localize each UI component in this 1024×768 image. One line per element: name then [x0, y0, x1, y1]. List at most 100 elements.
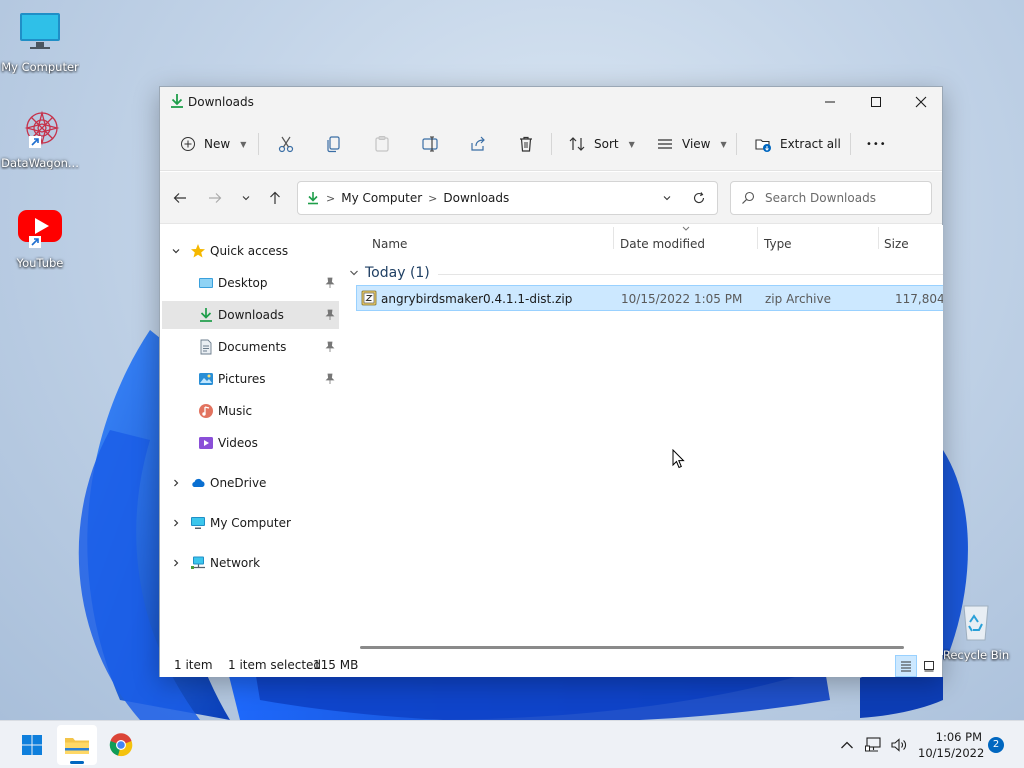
maximize-button[interactable] — [853, 87, 899, 117]
breadcrumb-downloads[interactable]: Downloads — [443, 191, 509, 205]
desktop-icon-label: My Computer — [1, 60, 79, 74]
minimize-button[interactable] — [807, 87, 853, 117]
desktop-icon-recycle-bin[interactable]: Recycle Bin — [936, 600, 1016, 662]
sidebar-item-pictures[interactable]: Pictures — [162, 365, 339, 393]
paste-button[interactable] — [367, 129, 397, 159]
star-icon — [190, 243, 206, 259]
chrome-icon — [109, 733, 133, 757]
title-bar[interactable]: Downloads — [160, 87, 942, 117]
toolbar-divider — [850, 133, 851, 155]
desktop-icon-label: Recycle Bin — [942, 648, 1010, 662]
sidebar-item-quick-access[interactable]: Quick access — [162, 237, 339, 265]
cut-button[interactable] — [271, 129, 301, 159]
refresh-icon — [693, 192, 705, 204]
sidebar-item-music[interactable]: Music — [162, 397, 339, 425]
sidebar-item-network[interactable]: Network — [162, 549, 339, 577]
desktop-icon-youtube[interactable]: YouTube — [0, 208, 80, 270]
pictures-icon — [198, 371, 214, 387]
new-label: New — [204, 137, 231, 151]
sidebar-item-label: Pictures — [218, 372, 266, 386]
tiles-view-button[interactable] — [918, 655, 940, 677]
tiles-view-icon — [924, 661, 934, 672]
taskbar-clock[interactable]: 1:06 PM 10/15/2022 — [918, 729, 985, 761]
status-selected-count: 1 item selected — [228, 658, 322, 672]
desktop-icon-my-computer[interactable]: My Computer — [0, 12, 80, 74]
address-bar[interactable]: > My Computer > Downloads — [297, 181, 718, 215]
pin-icon — [324, 373, 336, 385]
show-hidden-icons-button[interactable] — [837, 735, 857, 755]
back-button[interactable] — [168, 186, 192, 210]
recent-locations-button[interactable] — [234, 186, 258, 210]
more-options-button[interactable]: ••• — [860, 129, 893, 159]
refresh-button[interactable] — [691, 190, 707, 206]
new-button[interactable]: New ▼ — [174, 129, 252, 159]
column-header-type[interactable]: Type — [764, 237, 792, 251]
search-input[interactable] — [765, 191, 925, 205]
taskbar-file-explorer[interactable] — [57, 725, 97, 765]
pin-icon — [324, 341, 336, 353]
folder-icon — [65, 738, 89, 754]
arrow-up-icon — [270, 191, 280, 204]
chevron-down-icon[interactable] — [170, 245, 182, 257]
network-status-button[interactable] — [864, 735, 884, 755]
pin-icon — [324, 277, 336, 289]
chevron-up-icon — [841, 741, 853, 749]
trash-icon — [520, 136, 532, 152]
column-divider[interactable] — [757, 227, 758, 249]
sidebar-item-my-computer[interactable]: My Computer — [162, 509, 339, 537]
share-icon — [471, 136, 485, 151]
address-history-button[interactable] — [659, 190, 675, 206]
close-button[interactable] — [898, 87, 944, 117]
desktop-icon-label: DataWagon... — [1, 156, 79, 170]
sidebar-item-desktop[interactable]: Desktop — [162, 269, 339, 297]
table-row[interactable]: angrybirdsmaker0.4.1.1-dist.zip 10/15/20… — [356, 285, 943, 311]
toolbar-divider — [551, 133, 552, 155]
sidebar-item-documents[interactable]: Documents — [162, 333, 339, 361]
horizontal-scrollbar[interactable] — [360, 646, 904, 649]
chevron-down-icon — [242, 196, 250, 201]
extract-all-button[interactable]: Extract all — [748, 129, 847, 159]
file-name: angrybirdsmaker0.4.1.1-dist.zip — [381, 292, 573, 306]
sort-icon — [569, 137, 585, 151]
start-button[interactable] — [12, 725, 52, 765]
sidebar-item-label: Desktop — [218, 276, 268, 290]
rename-icon — [422, 136, 438, 152]
sidebar-item-videos[interactable]: Videos — [162, 429, 339, 457]
breadcrumb-my-computer[interactable]: My Computer — [341, 191, 422, 205]
sidebar-item-downloads[interactable]: Downloads — [162, 301, 339, 329]
clock-date: 10/15/2022 — [918, 746, 985, 760]
sidebar-item-onedrive[interactable]: OneDrive — [162, 469, 339, 497]
chevron-right-icon[interactable] — [170, 517, 182, 529]
status-selected-size: 115 MB — [313, 658, 359, 672]
share-button[interactable] — [463, 129, 493, 159]
delete-button[interactable] — [511, 129, 541, 159]
group-header-today[interactable]: Today (1) — [349, 261, 943, 285]
up-button[interactable] — [263, 186, 287, 210]
network-status-icon — [865, 737, 881, 752]
desktop-icon-label: YouTube — [16, 256, 64, 270]
breadcrumb-chevron-icon: > — [428, 191, 438, 205]
download-icon — [308, 192, 318, 205]
details-view-button[interactable] — [895, 655, 917, 677]
column-header-size[interactable]: Size — [884, 237, 909, 251]
sort-button[interactable]: Sort ▼ — [562, 129, 641, 159]
network-icon — [190, 555, 206, 571]
volume-button[interactable] — [889, 735, 909, 755]
column-header-name[interactable]: Name — [372, 237, 407, 251]
scissors-icon — [278, 136, 294, 153]
forward-button[interactable] — [203, 186, 227, 210]
file-type: zip Archive — [765, 292, 831, 306]
chevron-right-icon[interactable] — [170, 557, 182, 569]
column-header-date-modified[interactable]: Date modified — [620, 237, 705, 251]
desktop-icon-datawagon[interactable]: DataWagon... — [0, 108, 80, 170]
mouse-cursor-icon — [672, 448, 686, 472]
taskbar-chrome[interactable] — [101, 725, 141, 765]
rename-button[interactable] — [415, 129, 445, 159]
search-box[interactable] — [730, 181, 932, 215]
view-button[interactable]: View ▼ — [650, 129, 733, 159]
chevron-right-icon[interactable] — [170, 477, 182, 489]
column-divider[interactable] — [613, 227, 614, 249]
notification-badge[interactable]: 2 — [988, 737, 1004, 753]
column-divider[interactable] — [878, 227, 879, 249]
copy-button[interactable] — [319, 129, 349, 159]
